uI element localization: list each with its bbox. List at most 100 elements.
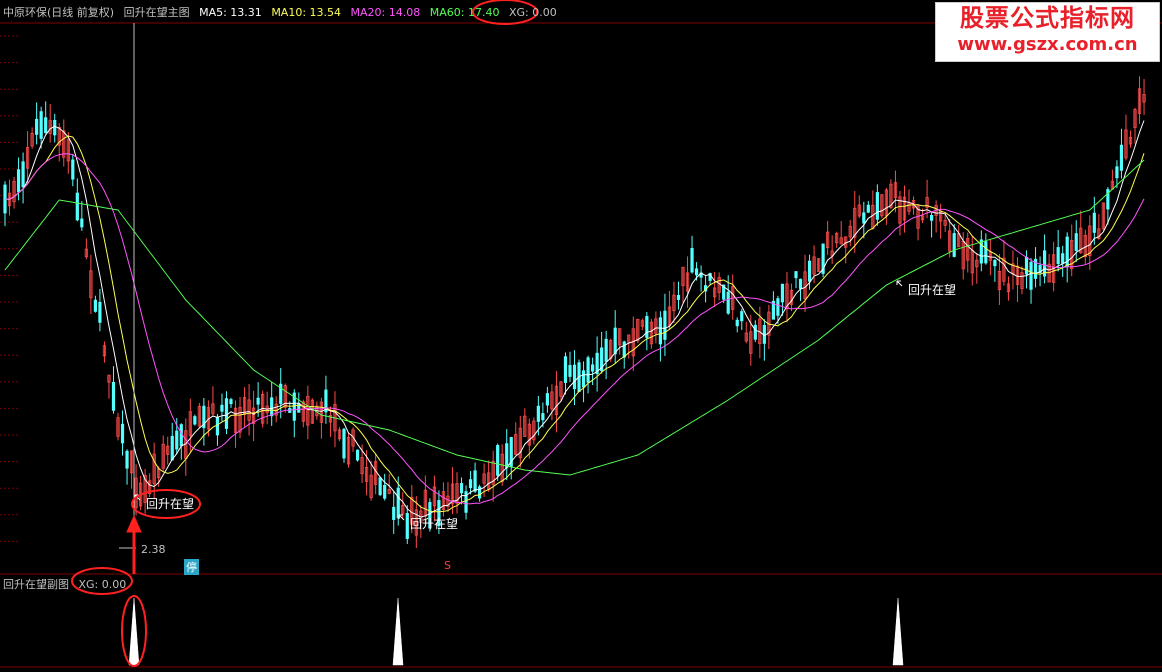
candle-body	[35, 118, 39, 135]
candle-body	[663, 310, 667, 340]
signal-label: 回升在望	[908, 283, 956, 297]
signal-arrow	[896, 280, 903, 287]
candle-body	[536, 405, 540, 422]
candle-body	[794, 271, 798, 279]
sub-indicator-name: 回升在望副图	[3, 578, 69, 591]
watermark-logo: 股票公式指标网 www.gszx.com.cn	[935, 2, 1160, 62]
candle-body	[776, 298, 780, 316]
candle-body	[866, 204, 870, 213]
candle-body	[604, 338, 608, 362]
candle-body	[355, 449, 360, 461]
candle-body	[383, 484, 387, 499]
signal-label: 回升在望	[146, 497, 194, 511]
candle-body	[735, 319, 739, 327]
ma5-line	[4, 120, 1145, 518]
watermark-title: 股票公式指标网	[960, 4, 1135, 32]
candle-body	[98, 301, 102, 323]
candle-body	[1061, 253, 1065, 264]
candle-body	[1092, 212, 1096, 233]
candle-body	[581, 370, 586, 388]
candle-body	[541, 413, 545, 421]
sub-xg-value: XG: 0.00	[78, 578, 127, 591]
candle-body	[613, 327, 617, 355]
candle-body	[993, 259, 997, 267]
candle-body	[215, 417, 220, 436]
candle-body	[690, 248, 694, 273]
candle-body	[1074, 233, 1078, 251]
red-arrow-head	[126, 514, 142, 533]
candle-body	[378, 477, 382, 496]
ma5-value: MA5: 13.31	[199, 6, 262, 19]
stop-badge: 停	[184, 559, 199, 575]
candle-body	[753, 324, 757, 340]
candle-body	[505, 443, 509, 469]
candle-body	[120, 423, 125, 444]
s-badge: S	[444, 559, 451, 572]
candle-body	[1029, 261, 1033, 290]
candle-body	[984, 241, 988, 264]
ma10-value: MA10: 13.54	[271, 6, 342, 19]
candle-body	[545, 393, 550, 406]
ma20-line	[4, 153, 1145, 505]
candle-body	[111, 381, 116, 411]
ma20-value: MA20: 14.08	[350, 6, 421, 19]
candle-body	[591, 364, 595, 372]
signal-label: 回升在望	[410, 517, 458, 531]
candle-body	[53, 119, 57, 136]
candle-body	[563, 356, 568, 383]
candle-body	[676, 294, 681, 300]
chart-window[interactable]: 回升在望 回升在望 回升在望 2.38 中原环保(日线 前复权) 回升在望主图 MA5…	[0, 0, 1162, 668]
candle-body	[125, 450, 129, 469]
candle-body	[256, 397, 260, 405]
candle-body	[586, 357, 590, 383]
candle-body	[1056, 247, 1060, 265]
candle-body	[270, 397, 274, 417]
candlestick-chart[interactable]: 回升在望回升在望回升在望2.38	[0, 0, 1162, 668]
ma60-value: MA60: 17.40	[429, 6, 500, 19]
candle-body	[780, 283, 785, 303]
candle-body	[622, 341, 626, 358]
candle-body	[193, 416, 197, 425]
candle-body	[392, 506, 396, 520]
candle-body	[21, 161, 25, 188]
indicator-name: 回升在望主图	[123, 6, 190, 19]
candle-body	[175, 430, 179, 450]
candle-body	[170, 435, 174, 461]
candle-body	[807, 260, 812, 282]
candle-body	[694, 268, 699, 276]
candle-body	[1115, 166, 1119, 179]
xg-spike	[392, 597, 404, 666]
candle-body	[726, 291, 730, 314]
candle-body	[862, 212, 866, 224]
candle-body	[224, 398, 229, 429]
candle-body	[572, 364, 577, 390]
candle-body	[459, 483, 464, 494]
candle-body	[80, 218, 84, 228]
candle-body	[229, 399, 233, 405]
candle-body	[875, 192, 879, 220]
candle-body	[39, 111, 43, 139]
candle-body	[645, 316, 649, 338]
xg-value: XG: 0.00	[508, 6, 557, 19]
candle-body	[930, 215, 934, 221]
candle-body	[468, 479, 473, 489]
candle-body	[220, 404, 224, 412]
candle-body	[405, 513, 409, 539]
xg-spike	[128, 597, 140, 666]
stock-name: 中原环保(日线 前复权)	[3, 6, 115, 19]
candle-body	[93, 299, 97, 312]
ma60-line	[4, 159, 1145, 476]
watermark-url: www.gszx.com.cn	[957, 34, 1138, 55]
candle-body	[44, 117, 48, 134]
xg-spike	[892, 597, 904, 666]
candle-body	[16, 169, 21, 193]
candle-body	[496, 445, 500, 476]
candle-body	[952, 233, 956, 257]
candle-body	[1119, 144, 1124, 171]
candle-body	[473, 470, 477, 492]
candle-body	[798, 278, 803, 289]
candle-body	[71, 159, 75, 180]
candle-body	[396, 487, 400, 519]
low-price-label: 2.38	[141, 543, 166, 556]
candle-body	[658, 317, 663, 345]
